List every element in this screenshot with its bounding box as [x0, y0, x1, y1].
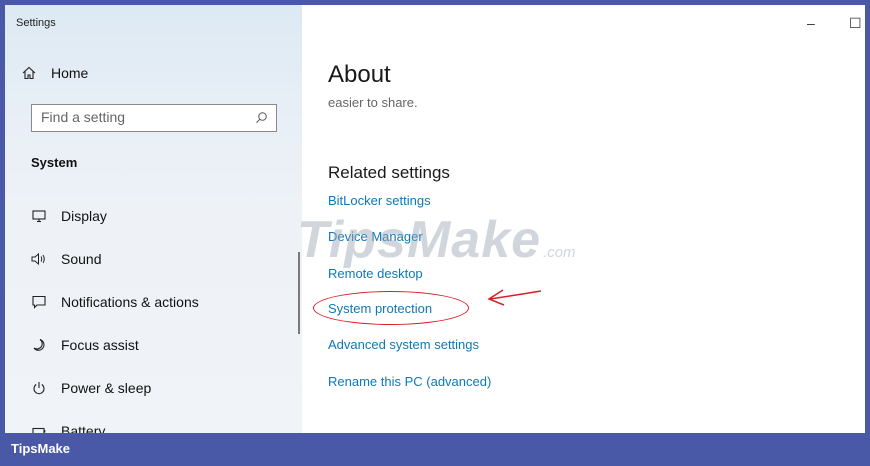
- related-settings-heading: Related settings: [328, 163, 450, 182]
- annotation-arrow-icon: [487, 289, 542, 306]
- notifications-icon: [31, 294, 47, 310]
- display-icon: [31, 208, 47, 224]
- remote-desktop-link[interactable]: Remote desktop: [328, 266, 423, 281]
- bitlocker-settings-link[interactable]: BitLocker settings: [328, 193, 431, 208]
- sidebar-scrollbar[interactable]: [298, 252, 300, 334]
- sidebar-item-sound[interactable]: Sound: [31, 251, 101, 267]
- page-title: About: [328, 61, 391, 88]
- partial-description: easier to share.: [328, 96, 418, 108]
- sidebar: Settings Home System Display Sound: [5, 5, 302, 466]
- sidebar-item-label: Notifications & actions: [61, 294, 199, 310]
- home-icon: [21, 65, 37, 81]
- sidebar-item-label: Display: [61, 208, 107, 224]
- app-title: Settings: [16, 17, 56, 29]
- sidebar-item-notifications[interactable]: Notifications & actions: [31, 294, 199, 310]
- maximize-button[interactable]: ☐: [849, 15, 862, 32]
- sound-icon: [31, 251, 47, 267]
- rename-pc-link[interactable]: Rename this PC (advanced): [328, 374, 491, 389]
- sidebar-item-label: Sound: [61, 251, 102, 267]
- sidebar-item-home[interactable]: Home: [21, 65, 88, 81]
- highlight-oval: [313, 291, 469, 325]
- sidebar-item-power-sleep[interactable]: Power & sleep: [31, 380, 151, 396]
- search-input[interactable]: [32, 105, 241, 129]
- sidebar-item-label: Home: [51, 65, 89, 81]
- search-icon[interactable]: [255, 111, 268, 129]
- moon-icon: [31, 337, 47, 353]
- power-icon: [31, 380, 47, 396]
- sidebar-item-focus-assist[interactable]: Focus assist: [31, 337, 139, 353]
- footer-brand: TipsMake: [11, 441, 71, 456]
- settings-window: Settings Home System Display Sound: [0, 0, 870, 466]
- sidebar-item-label: Focus assist: [61, 337, 139, 353]
- sidebar-item-display[interactable]: Display: [31, 208, 107, 224]
- search-box[interactable]: [31, 104, 277, 132]
- advanced-system-settings-link[interactable]: Advanced system settings: [328, 337, 479, 352]
- main-content: About easier to share. Related settings …: [302, 5, 865, 466]
- sidebar-section-label: System: [31, 155, 78, 170]
- device-manager-link[interactable]: Device Manager: [328, 229, 423, 244]
- footer-bar: TipsMake: [0, 433, 870, 466]
- minimize-button[interactable]: –: [807, 15, 815, 31]
- sidebar-item-label: Power & sleep: [61, 380, 152, 396]
